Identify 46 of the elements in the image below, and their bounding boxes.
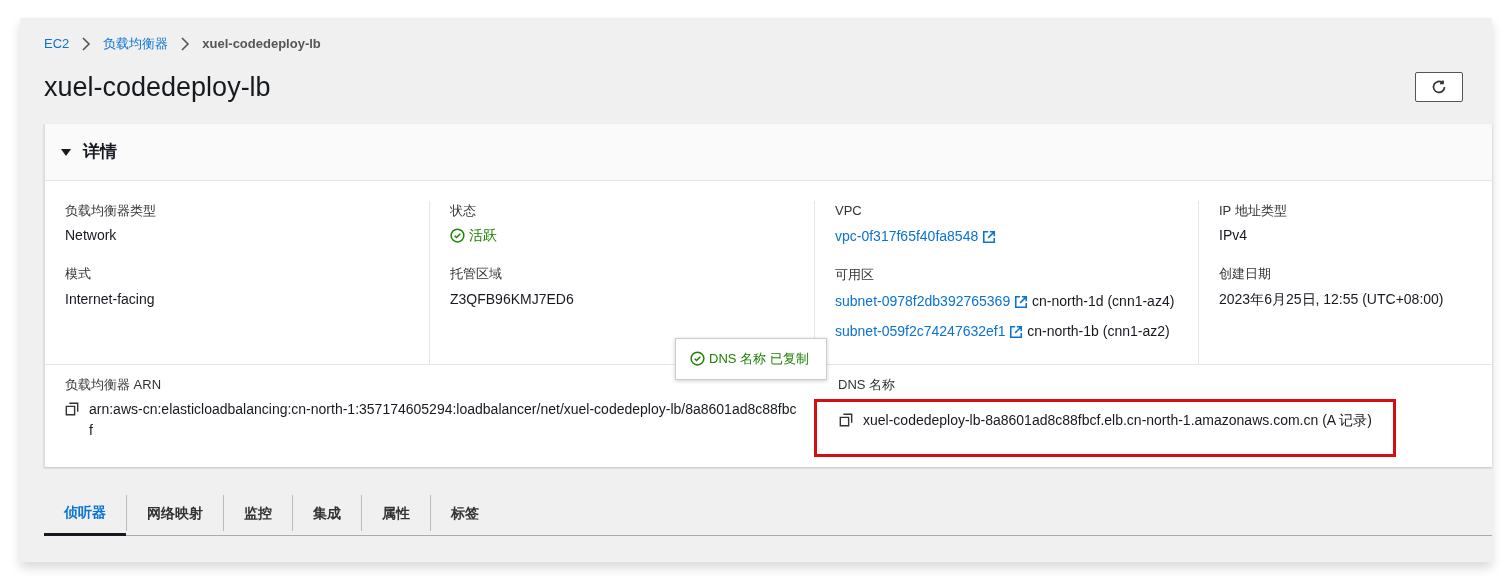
resource-link[interactable]: subnet-059f2c74247632ef1 [835, 322, 1006, 339]
zone-text: cn-north-1d (cnn1-az4) [1031, 292, 1175, 309]
resource-link[interactable]: vpc-0f317f65f40fa8548 [835, 228, 979, 244]
zone-text: cn-north-1b (cnn1-az2) [1027, 322, 1170, 339]
tab[interactable]: 属性 [362, 491, 430, 535]
field-value: 2023年6月25日, 12:55 (UTC+08:00) [1219, 289, 1445, 309]
field-value: Internet-facing [65, 289, 156, 309]
breadcrumb-current: xuel-codedeploy-lb [202, 35, 321, 53]
field-label: 状态 [450, 201, 477, 220]
status-value: 活跃 [469, 226, 497, 245]
field-label: DNS 名称 [837, 375, 897, 394]
arn-value: arn:aws-cn:elasticloadbalancing:cn-north-1:357174605294:loadbalancer/net/xuel-codedeploy-lb/8a8601ad8c88fbcf [89, 400, 798, 440]
field-value: Z3QFB96KMJ7ED6 [450, 289, 575, 309]
status-check-icon [450, 228, 465, 243]
field-label: 托管区域 [450, 265, 503, 283]
field-label: 负载均衡器类型 [65, 201, 157, 220]
chevron-icon [81, 36, 92, 51]
expand-caret-icon[interactable] [61, 146, 71, 157]
tab[interactable]: 网络映射 [127, 491, 223, 535]
dns-value: xuel-codedeploy-lb-8a8601ad8c88fbcf.elb.cn-north-1.amazonaws.com.cn (A 记录) [863, 411, 1372, 430]
section-heading: 详情 [83, 140, 117, 163]
refresh-button[interactable] [1415, 71, 1463, 102]
external-link-icon [1009, 324, 1024, 339]
field-value: IPv4 [1219, 226, 1248, 245]
refresh-icon [1431, 78, 1447, 95]
field-label: 模式 [65, 265, 92, 283]
external-link-icon [982, 230, 997, 245]
external-link-icon [1014, 294, 1029, 309]
success-check-icon [690, 351, 705, 366]
breadcrumb-link[interactable]: 负载均衡器 [103, 34, 169, 54]
page-title: xuel-codedeploy-lb [44, 70, 271, 104]
resource-link[interactable]: subnet-0978f2db392765369 [835, 292, 1011, 309]
field-label: 创建日期 [1219, 265, 1272, 283]
field-value: Network [65, 226, 118, 245]
field-label: VPC [835, 201, 863, 220]
copy-icon[interactable] [65, 402, 79, 416]
copy-icon[interactable] [839, 413, 853, 427]
field-label: 负载均衡器 ARN [65, 375, 163, 394]
field-label: 可用区 [835, 266, 875, 284]
breadcrumb-link[interactable]: EC2 [44, 34, 70, 54]
tab[interactable]: 监控 [224, 491, 292, 535]
tab[interactable]: 集成 [293, 491, 361, 535]
field-label: IP 地址类型 [1219, 201, 1288, 220]
tooltip-text: DNS 名称 已复制 [709, 349, 809, 368]
tab[interactable]: 标签 [431, 491, 499, 535]
chevron-icon [180, 36, 191, 51]
